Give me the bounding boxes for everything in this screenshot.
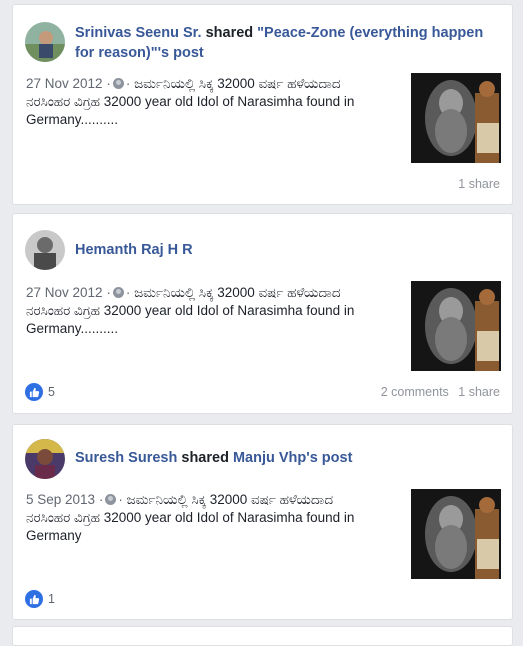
post-body: 5 Sep 2013 · · ಜರ್ಮನಿಯಲ್ಲಿ ಸಿಕ್ಕ 32000 ವರ… xyxy=(26,491,406,545)
post-header: Hemanth Raj H R xyxy=(75,240,500,260)
post-card: Suresh Suresh shared Manju Vhp's post 5 … xyxy=(12,424,513,620)
post-body: 27 Nov 2012 · · ಜರ್ಮನಿಯಲ್ಲಿ ಸಿಕ್ಕ 32000 ವ… xyxy=(26,75,406,129)
likes-count: 5 xyxy=(48,385,55,399)
thumbs-up-icon xyxy=(25,590,43,608)
post-text-line: ನರಸಿಂಹರ ವಿಗ್ರಹ 32000 year old Idol of Na… xyxy=(26,303,355,318)
shares-count[interactable]: 1 share xyxy=(458,177,500,191)
avatar[interactable] xyxy=(25,439,65,479)
post-thumbnail[interactable] xyxy=(411,73,501,163)
shares-count[interactable]: 1 share xyxy=(458,385,500,399)
globe-icon xyxy=(112,78,124,89)
post-text-line: Germany.......... xyxy=(26,112,119,127)
post-body: 27 Nov 2012 · · ಜರ್ಮನಿಯಲ್ಲಿ ಸಿಕ್ಕ 32000 ವ… xyxy=(26,284,406,338)
post-header: Suresh Suresh shared Manju Vhp's post xyxy=(75,448,500,468)
post-stats: 1 share xyxy=(452,177,500,191)
author-link[interactable]: Hemanth Raj H R xyxy=(75,242,193,258)
likes-summary[interactable]: 5 xyxy=(25,383,55,401)
shared-source-link[interactable]: Manju Vhp's post xyxy=(233,450,352,466)
shared-verb: shared xyxy=(205,25,254,41)
meta-separator: · xyxy=(118,492,123,507)
post-stats: 2 comments 1 share xyxy=(375,385,500,399)
post-card: Srinivas Seenu Sr. shared "Peace-Zone (e… xyxy=(12,4,513,205)
post-card: Hemanth Raj H R 27 Nov 2012 · · ಜರ್ಮನಿಯಲ್… xyxy=(12,213,513,414)
meta-separator: · xyxy=(125,285,131,300)
avatar[interactable] xyxy=(25,230,65,270)
post-text-line: Germany.......... xyxy=(26,321,119,336)
meta-separator: · xyxy=(125,76,131,91)
likes-summary[interactable]: 1 xyxy=(25,590,55,608)
author-link[interactable]: Suresh Suresh xyxy=(75,450,177,466)
post-text-line: ಜರ್ಮನಿಯಲ್ಲಿ ಸಿಕ್ಕ 32000 ವರ್ಷ ಹಳೆಯದಾದ xyxy=(126,492,334,507)
post-text-line: ನರಸಿಂಹರ ವಿಗ್ರಹ 32000 year old Idol of Na… xyxy=(26,510,355,525)
post-text-line: ಜರ್ಮನಿಯಲ್ಲಿ ಸಿಕ್ಕ 32000 ವರ್ಷ ಹಳೆಯದಾದ xyxy=(134,285,341,300)
post-date[interactable]: 27 Nov 2012 xyxy=(26,76,103,91)
likes-count: 1 xyxy=(48,592,55,606)
meta-separator: · xyxy=(98,492,104,507)
shared-verb: shared xyxy=(181,450,229,466)
post-date[interactable]: 27 Nov 2012 xyxy=(26,285,103,300)
globe-icon xyxy=(105,494,117,505)
post-date[interactable]: 5 Sep 2013 xyxy=(26,492,95,507)
meta-separator: · xyxy=(106,285,111,300)
meta-separator: · xyxy=(106,76,111,91)
author-link[interactable]: Srinivas Seenu Sr. xyxy=(75,25,202,41)
avatar[interactable] xyxy=(25,22,65,62)
post-text-line: ನರಸಿಂಹರ ವಿಗ್ರಹ 32000 year old Idol of Na… xyxy=(26,94,355,109)
comments-count[interactable]: 2 comments xyxy=(381,385,449,399)
globe-icon xyxy=(112,287,124,298)
thumbs-up-icon xyxy=(25,383,43,401)
post-text-line: Germany xyxy=(26,528,82,543)
post-card xyxy=(12,626,513,646)
post-thumbnail[interactable] xyxy=(411,281,501,371)
post-header: Srinivas Seenu Sr. shared "Peace-Zone (e… xyxy=(75,23,500,63)
post-text-line: ಜರ್ಮನಿಯಲ್ಲಿ ಸಿಕ್ಕ 32000 ವರ್ಷ ಹಳೆಯದಾದ xyxy=(134,76,341,91)
post-thumbnail[interactable] xyxy=(411,489,501,579)
